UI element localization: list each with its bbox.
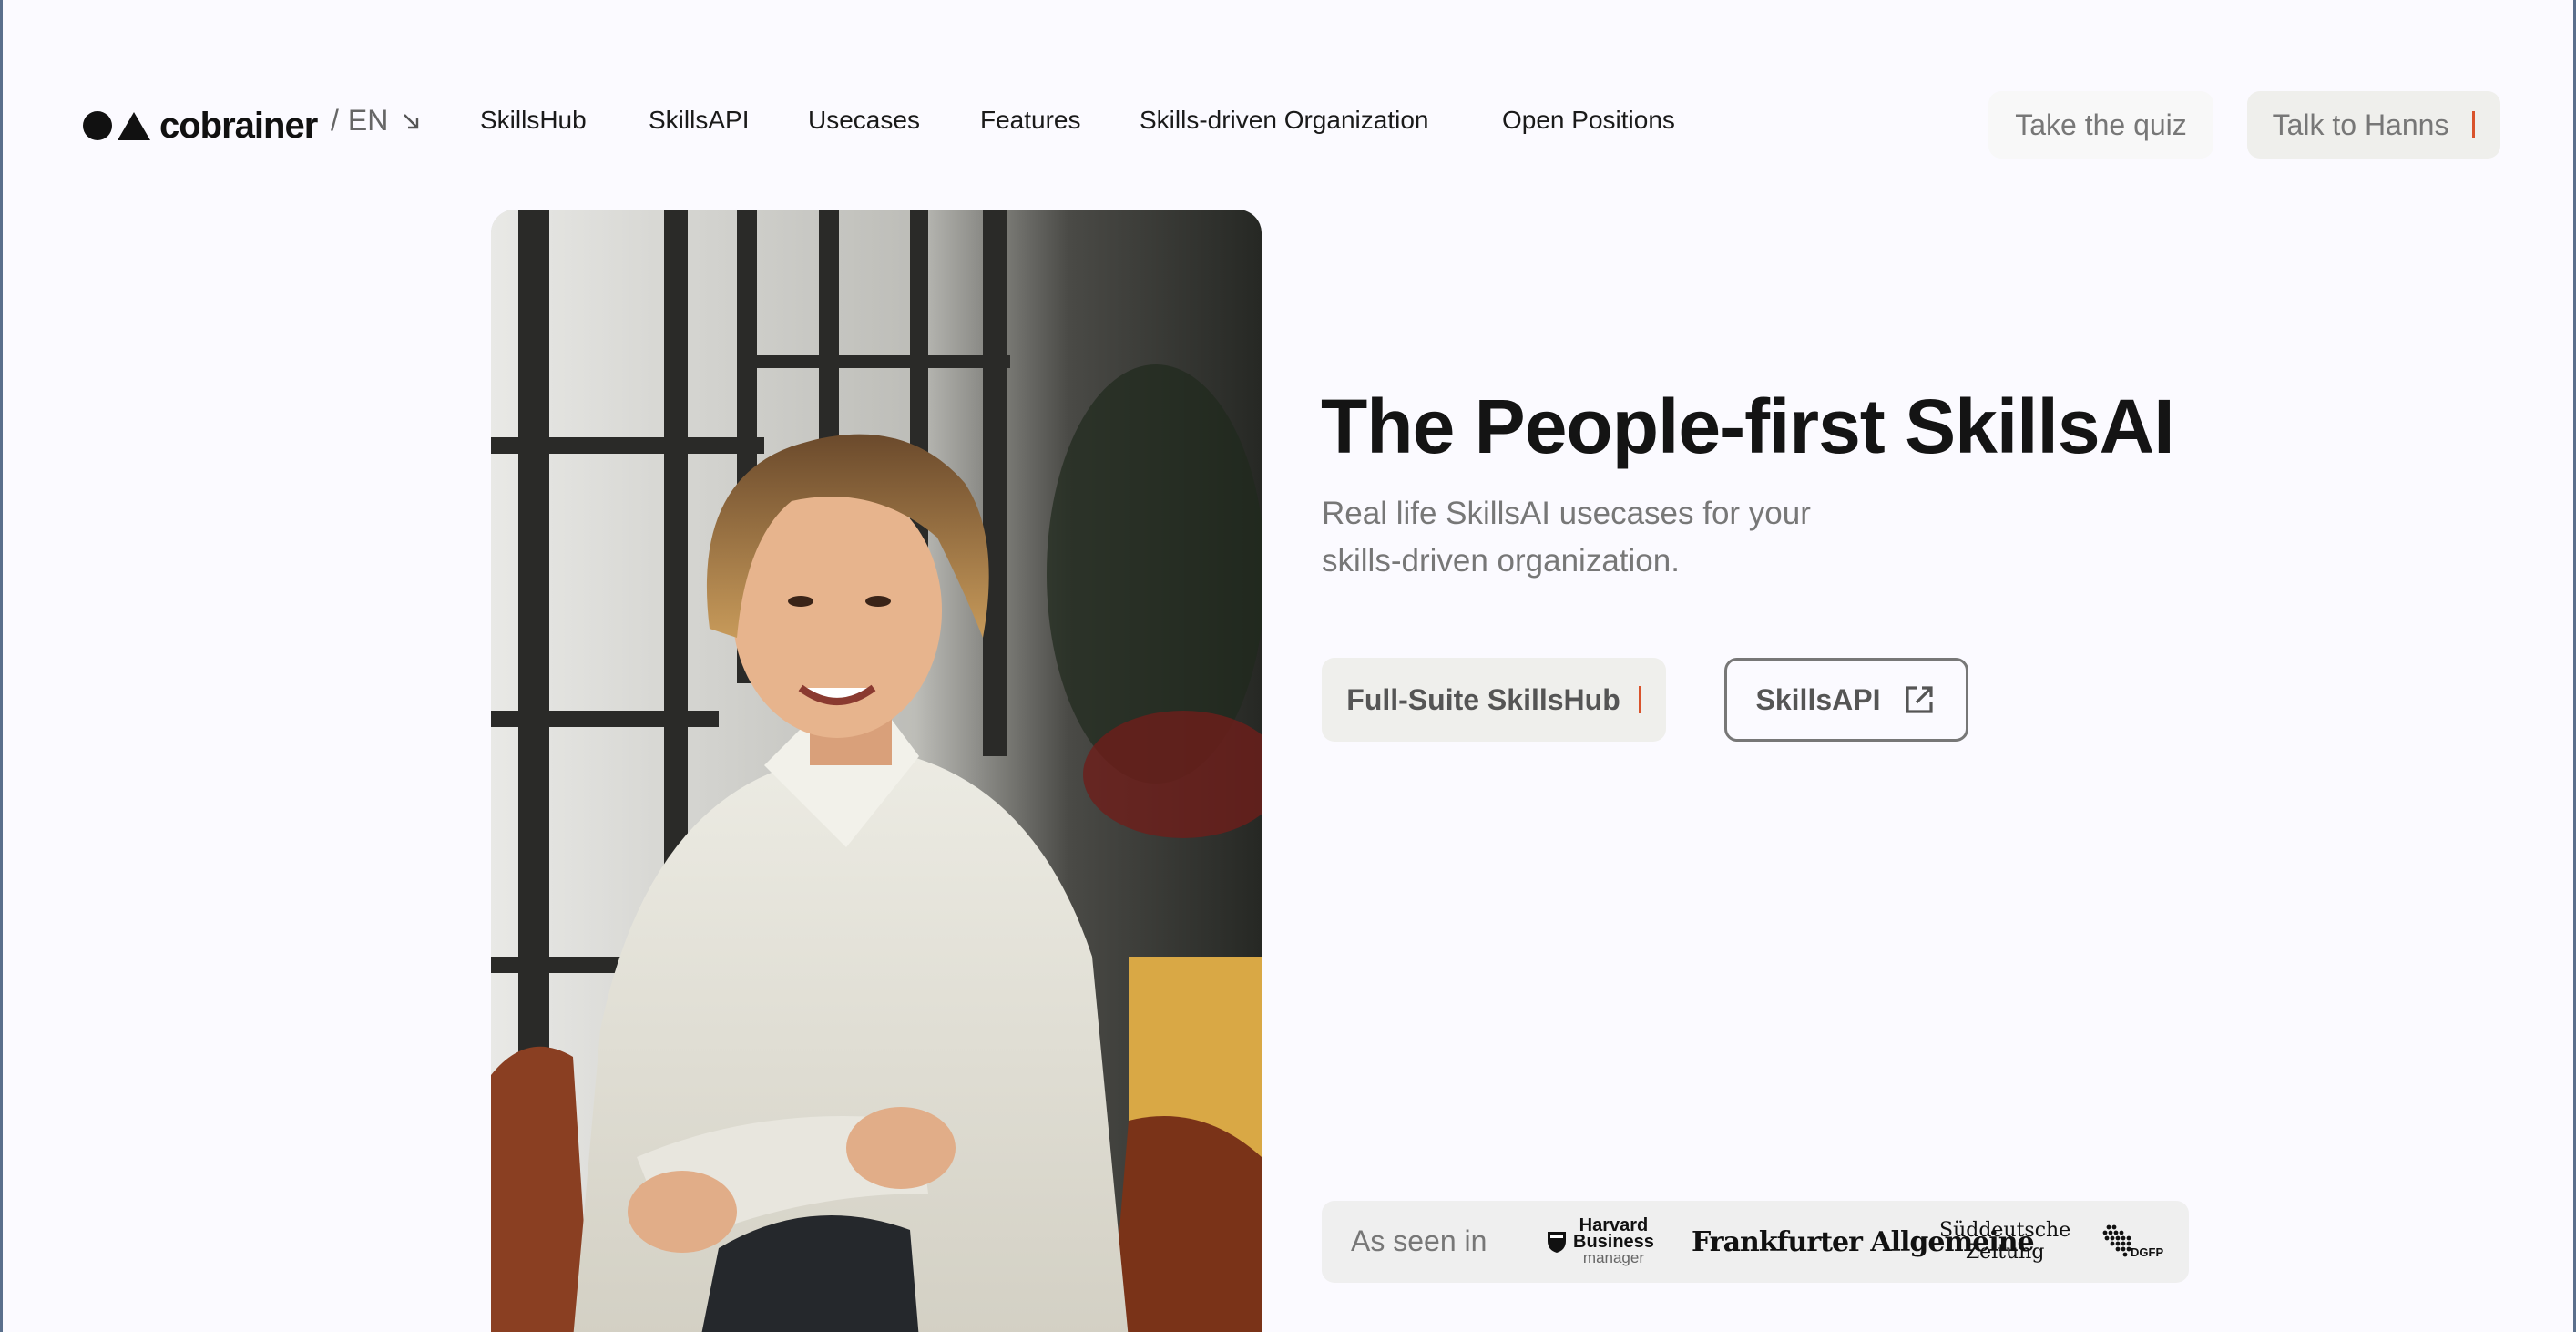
hero-subtitle: Real life SkillsAI usecases for your ski… bbox=[1322, 490, 1886, 585]
language-selector[interactable]: / EN bbox=[331, 104, 421, 138]
full-suite-skillshub-button[interactable]: Full-Suite SkillsHub bbox=[1322, 658, 1666, 742]
take-quiz-label: Take the quiz bbox=[2015, 108, 2187, 141]
skillsapi-button[interactable]: SkillsAPI bbox=[1724, 658, 1968, 742]
shield-icon bbox=[1548, 1232, 1566, 1253]
site-header: cobrainer / EN SkillsHub SkillsAPI Useca… bbox=[3, 0, 2573, 246]
nav-item-skillsapi[interactable]: SkillsAPI bbox=[649, 106, 749, 135]
person-photo-icon bbox=[491, 210, 1262, 1332]
sueddeutsche-zeitung-logo: Süddeutsche Zeitung bbox=[1939, 1201, 2070, 1283]
talk-to-hanns-label: Talk to Hanns bbox=[2272, 108, 2449, 141]
accent-bar-icon bbox=[1638, 686, 1641, 713]
logo-text: cobrainer bbox=[159, 106, 318, 146]
full-suite-skillshub-label: Full-Suite SkillsHub bbox=[1346, 682, 1620, 716]
skillsapi-label: SkillsAPI bbox=[1755, 682, 1881, 716]
hbm-line2: Business bbox=[1573, 1232, 1654, 1252]
external-link-icon bbox=[1906, 686, 1934, 713]
hero-title: The People-first SkillsAI bbox=[1321, 384, 2175, 469]
sz-line1: Süddeutsche bbox=[1939, 1219, 2071, 1242]
press-band: As seen in Harvard Business manager Fran… bbox=[1322, 1201, 2189, 1283]
hero-photo bbox=[491, 210, 1262, 1332]
hero-subtitle-line1: Real life SkillsAI usecases for your bbox=[1322, 496, 1811, 531]
nav-item-skills-driven-organization[interactable]: Skills-driven Organization bbox=[1140, 106, 1428, 135]
hbm-line3: manager bbox=[1582, 1249, 1645, 1266]
cobrainer-logo[interactable]: cobrainer bbox=[83, 106, 318, 146]
hero-subtitle-line2: skills-driven organization. bbox=[1322, 543, 1680, 579]
dgfp-text: DGFP bbox=[2131, 1245, 2164, 1259]
arrow-down-right-icon bbox=[404, 113, 419, 128]
accent-bar-icon bbox=[2472, 111, 2476, 138]
logo-triangle-icon bbox=[118, 111, 150, 140]
nav-item-open-positions[interactable]: Open Positions bbox=[1502, 106, 1675, 135]
sz-line2: Zeitung bbox=[1965, 1241, 2045, 1264]
language-separator: / bbox=[331, 104, 339, 137]
take-quiz-button[interactable]: Take the quiz bbox=[1988, 91, 2213, 159]
as-seen-in-label: As seen in bbox=[1351, 1224, 1487, 1257]
language-code: EN bbox=[347, 104, 389, 137]
dgfp-logo: DGFP bbox=[2101, 1201, 2163, 1283]
talk-to-hanns-button[interactable]: Talk to Hanns bbox=[2247, 91, 2500, 159]
nav-item-skillshub[interactable]: SkillsHub bbox=[480, 106, 587, 135]
harvard-business-manager-logo: Harvard Business manager bbox=[1546, 1201, 1654, 1283]
nav-item-usecases[interactable]: Usecases bbox=[808, 106, 920, 135]
logo-circle-icon bbox=[83, 111, 112, 140]
nav-item-features[interactable]: Features bbox=[980, 106, 1081, 135]
